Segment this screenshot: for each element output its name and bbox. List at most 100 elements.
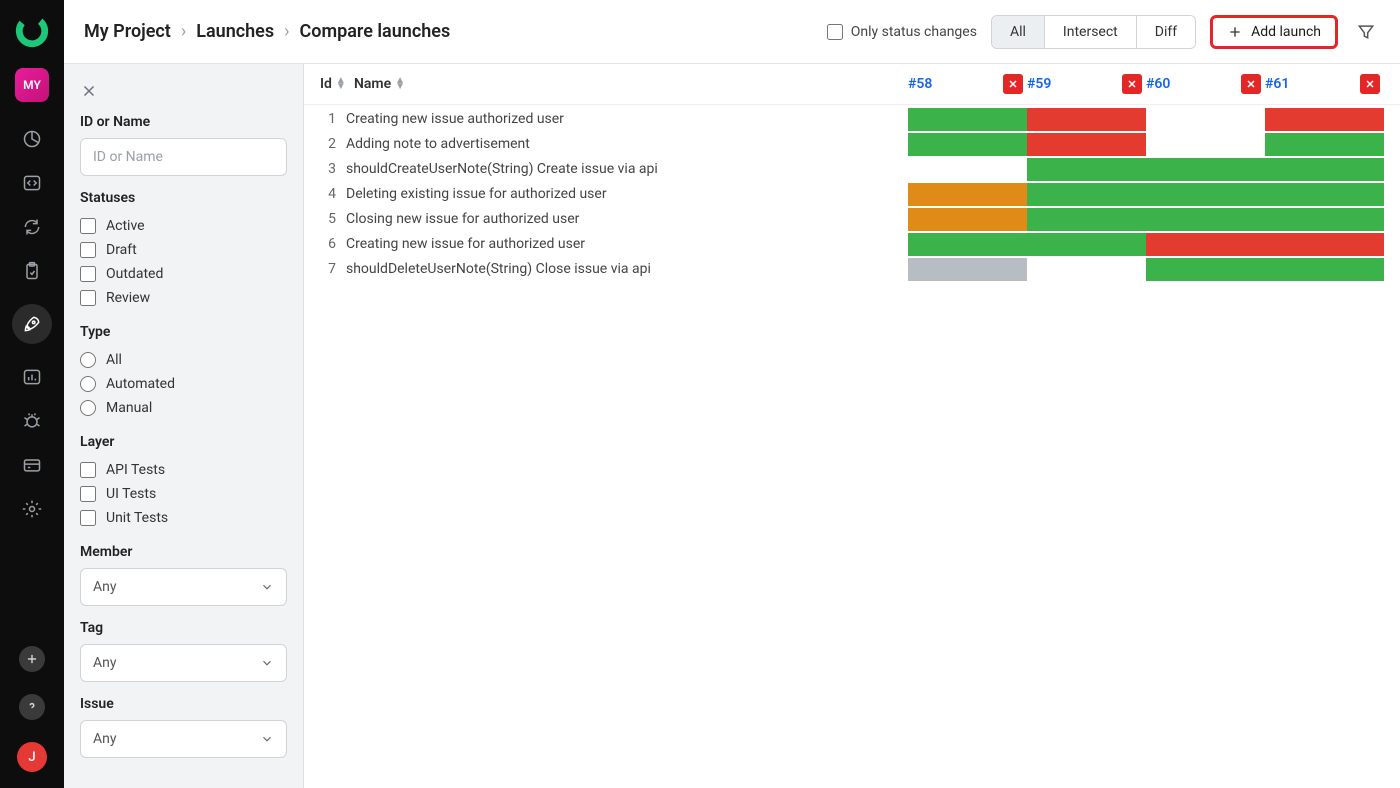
filter-idname-input[interactable]	[80, 138, 287, 176]
row-id: 6	[320, 236, 340, 252]
breadcrumb: My Project › Launches › Compare launches	[84, 21, 450, 42]
row-name: Adding note to advertisement	[346, 136, 908, 152]
launch-header: #58	[908, 74, 1027, 94]
remove-launch-button[interactable]	[1360, 74, 1380, 94]
type-option[interactable]: Manual	[80, 396, 287, 420]
gear-icon[interactable]	[21, 498, 43, 520]
status-cell	[1146, 208, 1265, 231]
bug-icon[interactable]	[21, 410, 43, 432]
status-cell	[1265, 258, 1384, 281]
status-checkbox[interactable]	[80, 242, 96, 258]
table-row[interactable]: 3shouldCreateUserNote(String) Create iss…	[304, 155, 1400, 180]
status-checkbox[interactable]	[80, 290, 96, 306]
status-cell	[1265, 183, 1384, 206]
table-row[interactable]: 1Creating new issue authorized user	[304, 105, 1400, 130]
filter-tag-select[interactable]: Any	[80, 644, 287, 682]
status-cell	[908, 108, 1027, 131]
seg-intersect-button[interactable]: Intersect	[1045, 16, 1137, 48]
user-avatar[interactable]: J	[17, 742, 47, 772]
pie-icon[interactable]	[21, 128, 43, 150]
row-name: shouldCreateUserNote(String) Create issu…	[346, 161, 908, 177]
close-icon[interactable]	[80, 82, 98, 100]
row-id: 2	[320, 136, 340, 152]
breadcrumb-project[interactable]: My Project	[84, 21, 171, 42]
layer-checkbox[interactable]	[80, 486, 96, 502]
launch-link[interactable]: #59	[1027, 76, 1051, 92]
status-cell	[908, 208, 1027, 231]
rocket-icon[interactable]	[12, 304, 52, 344]
layer-option[interactable]: Unit Tests	[80, 506, 287, 530]
breadcrumb-section[interactable]: Launches	[196, 21, 274, 42]
filter-icon[interactable]	[1352, 18, 1380, 46]
layer-option[interactable]: UI Tests	[80, 482, 287, 506]
clipboard-icon[interactable]	[21, 260, 43, 282]
seg-diff-button[interactable]: Diff	[1137, 16, 1195, 48]
stats-icon[interactable]	[21, 366, 43, 388]
project-badge[interactable]: MY	[15, 68, 49, 102]
only-status-input[interactable]	[827, 24, 843, 40]
table-row[interactable]: 4Deleting existing issue for authorized …	[304, 180, 1400, 205]
status-cell	[1265, 208, 1384, 231]
plus-circle-icon[interactable]	[19, 646, 45, 672]
only-status-label: Only status changes	[851, 24, 977, 40]
status-cell	[1027, 233, 1146, 256]
chevron-down-icon	[260, 580, 274, 594]
row-id: 7	[320, 261, 340, 277]
topbar: My Project › Launches › Compare launches…	[64, 0, 1400, 64]
type-radio[interactable]	[80, 352, 96, 368]
add-launch-button[interactable]: Add launch	[1210, 15, 1338, 49]
status-cell	[1146, 258, 1265, 281]
remove-launch-button[interactable]	[1122, 74, 1142, 94]
layer-checkbox[interactable]	[80, 510, 96, 526]
status-cell	[1146, 183, 1265, 206]
status-cell	[908, 233, 1027, 256]
status-cell	[1146, 158, 1265, 181]
help-icon[interactable]	[19, 694, 45, 720]
launch-link[interactable]: #60	[1146, 76, 1170, 92]
status-checkbox[interactable]	[80, 218, 96, 234]
status-cell	[1146, 233, 1265, 256]
status-option[interactable]: Outdated	[80, 262, 287, 286]
filter-tag-value: Any	[93, 655, 117, 671]
table-row[interactable]: 7shouldDeleteUserNote(String) Close issu…	[304, 255, 1400, 280]
type-option[interactable]: Automated	[80, 372, 287, 396]
card-icon[interactable]	[21, 454, 43, 476]
refresh-icon[interactable]	[21, 216, 43, 238]
launch-link[interactable]: #61	[1265, 76, 1289, 92]
status-cell	[1146, 108, 1265, 131]
sort-icon: ▲▼	[395, 78, 405, 90]
filter-member-select[interactable]: Any	[80, 568, 287, 606]
status-option[interactable]: Draft	[80, 238, 287, 262]
status-label: Review	[106, 290, 150, 306]
table-row[interactable]: 2 Adding note to advertisement	[304, 130, 1400, 155]
remove-launch-button[interactable]	[1241, 74, 1261, 94]
view-segment: All Intersect Diff	[991, 15, 1196, 49]
type-option[interactable]: All	[80, 348, 287, 372]
only-status-checkbox[interactable]: Only status changes	[827, 24, 977, 40]
layer-label: UI Tests	[106, 486, 156, 502]
code-icon[interactable]	[21, 172, 43, 194]
filter-sidebar: ID or Name Statuses ActiveDraftOutdatedR…	[64, 64, 304, 788]
status-option[interactable]: Active	[80, 214, 287, 238]
status-cell	[908, 158, 1027, 181]
status-checkbox[interactable]	[80, 266, 96, 282]
launch-link[interactable]: #58	[908, 76, 932, 92]
filter-type-label: Type	[80, 324, 287, 340]
sort-icon: ▲▼	[336, 78, 346, 90]
status-option[interactable]: Review	[80, 286, 287, 310]
app-logo[interactable]	[15, 14, 49, 48]
type-radio[interactable]	[80, 400, 96, 416]
status-label: Active	[106, 218, 145, 234]
filter-issue-select[interactable]: Any	[80, 720, 287, 758]
status-cell	[908, 183, 1027, 206]
seg-all-button[interactable]: All	[992, 16, 1045, 48]
header-name[interactable]: Name ▲▼	[354, 76, 908, 92]
remove-launch-button[interactable]	[1003, 74, 1023, 94]
layer-option[interactable]: API Tests	[80, 458, 287, 482]
table-row[interactable]: 6Creating new issue for authorized user	[304, 230, 1400, 255]
add-launch-label: Add launch	[1251, 24, 1321, 40]
layer-checkbox[interactable]	[80, 462, 96, 478]
header-id[interactable]: Id ▲▼	[320, 76, 340, 92]
type-radio[interactable]	[80, 376, 96, 392]
table-row[interactable]: 5Closing new issue for authorized user	[304, 205, 1400, 230]
